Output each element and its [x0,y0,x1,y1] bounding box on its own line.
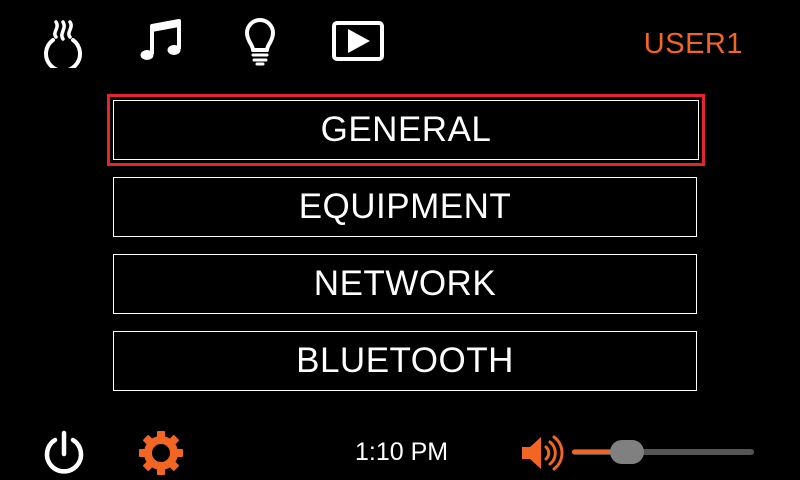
video-play-icon[interactable] [330,12,386,68]
music-note-icon[interactable] [133,12,189,68]
speaker-icon[interactable] [519,428,565,478]
spa-heat-icon[interactable] [35,12,91,68]
equipment-button[interactable]: EQUIPMENT [113,177,697,237]
general-button[interactable]: GENERAL [107,94,705,166]
bluetooth-button[interactable]: BLUETOOTH [113,331,697,391]
light-bulb-icon[interactable] [232,12,288,68]
settings-gear-icon[interactable] [136,428,186,478]
volume-slider[interactable] [572,440,754,464]
network-button[interactable]: NETWORK [113,254,697,314]
general-button-label: GENERAL [113,100,699,160]
user-label[interactable]: USER1 [644,28,743,61]
settings-screen: USER1 GENERAL EQUIPMENT NETWORK BLUETOOT… [0,0,800,480]
clock-time: 1:10 PM [355,438,449,466]
volume-slider-thumb[interactable] [609,440,644,464]
power-icon[interactable] [39,428,89,478]
